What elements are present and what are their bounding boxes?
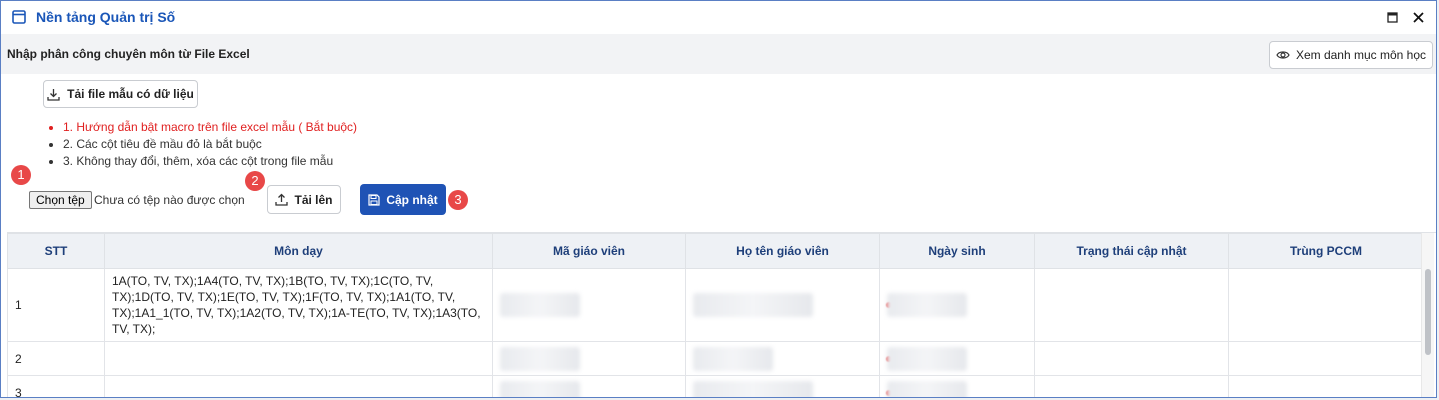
section-header: Nhập phân công chuyên môn từ File Excel …	[1, 34, 1436, 74]
instruction-list: 1. Hướng dẫn bật macro trên file excel m…	[41, 119, 357, 170]
redacted-value	[887, 346, 967, 371]
redacted-value	[500, 346, 580, 371]
update-label: Cập nhật	[386, 192, 438, 207]
assignment-table: STT Môn dạy Mã giáo viên Họ tên giáo viê…	[7, 233, 1424, 397]
upload-button[interactable]: Tải lên	[267, 185, 341, 214]
column-header-update-status[interactable]: Trạng thái cập nhật	[1034, 233, 1229, 269]
assignment-table-container: STT Môn dạy Mã giáo viên Họ tên giáo viê…	[7, 232, 1436, 397]
teacher-name-cell	[685, 341, 880, 376]
birth-date-cell	[879, 268, 1035, 342]
table-row[interactable]: 1 1A(TO, TV, TX);1A4(TO, TV, TX);1B(TO, …	[7, 268, 1424, 342]
step-badge-2: 2	[245, 171, 265, 191]
eye-icon	[1276, 51, 1290, 59]
column-header-subjects[interactable]: Môn dạy	[104, 233, 493, 269]
window-icon	[12, 10, 26, 24]
redacted-value	[500, 380, 580, 397]
update-status-cell	[1034, 268, 1229, 342]
column-header-stt[interactable]: STT	[7, 233, 105, 269]
download-template-label: Tải file mẫu có dữ liệu	[67, 87, 194, 101]
teacher-code-cell	[492, 341, 686, 376]
teacher-name-cell	[685, 268, 880, 342]
birth-date-cell	[879, 375, 1035, 397]
column-header-teacher-code[interactable]: Mã giáo viên	[492, 233, 686, 269]
update-button[interactable]: Cập nhật	[360, 184, 446, 215]
column-header-birth-date[interactable]: Ngày sinh	[879, 233, 1035, 269]
scrollbar-thumb[interactable]	[1425, 269, 1431, 355]
redacted-value	[693, 380, 813, 397]
close-button[interactable]	[1410, 9, 1426, 25]
duplicate-cell	[1228, 375, 1424, 397]
duplicate-cell	[1228, 268, 1424, 342]
view-subjects-label: Xem danh mục môn học	[1295, 48, 1427, 62]
maximize-button[interactable]	[1384, 9, 1400, 25]
teacher-code-cell	[492, 268, 686, 342]
table-row[interactable]: 3	[7, 375, 1424, 397]
section-title: Nhập phân công chuyên môn từ File Excel	[7, 47, 250, 61]
table-scrollbar[interactable]	[1421, 233, 1434, 397]
stt-cell: 2	[7, 341, 105, 376]
close-icon	[1412, 11, 1424, 23]
redacted-value	[500, 293, 580, 317]
teacher-name-cell	[685, 375, 880, 397]
update-status-cell	[1034, 341, 1229, 376]
save-icon	[368, 193, 380, 206]
download-template-button[interactable]: Tải file mẫu có dữ liệu	[43, 80, 198, 108]
column-header-teacher-name[interactable]: Họ tên giáo viên	[685, 233, 880, 269]
table-row[interactable]: 2	[7, 341, 1424, 376]
view-subjects-button[interactable]: Xem danh mục môn học	[1269, 41, 1433, 69]
step-badge-3: 3	[448, 190, 468, 210]
update-status-cell	[1034, 375, 1229, 397]
subjects-cell: 1A(TO, TV, TX);1A4(TO, TV, TX);1B(TO, TV…	[104, 268, 493, 342]
redacted-value	[693, 293, 813, 317]
upload-icon	[275, 193, 289, 206]
download-icon	[47, 88, 60, 101]
column-header-duplicate[interactable]: Trùng PCCM	[1228, 233, 1424, 269]
teacher-code-cell	[492, 375, 686, 397]
instruction-macro-link[interactable]: 1. Hướng dẫn bật macro trên file excel m…	[63, 119, 357, 136]
redacted-value	[693, 346, 773, 371]
instruction-item: 3. Không thay đổi, thêm, xóa các cột tro…	[63, 153, 357, 170]
maximize-icon	[1386, 11, 1398, 23]
subjects-cell	[104, 341, 493, 376]
dialog-window: Nền tảng Quản trị Số Nhập phân công chuy…	[0, 0, 1437, 398]
choose-file-button[interactable]: Chọn tệp	[29, 191, 92, 209]
instruction-item: 2. Các cột tiêu đề mầu đỏ là bắt buộc	[63, 136, 357, 153]
stt-cell: 1	[7, 268, 105, 342]
subjects-cell	[104, 375, 493, 397]
no-file-text: Chưa có tệp nào được chọn	[94, 193, 245, 207]
redacted-value	[887, 380, 967, 397]
table-header-row: STT Môn dạy Mã giáo viên Họ tên giáo viê…	[7, 233, 1424, 269]
step-badge-1: 1	[11, 165, 31, 185]
birth-date-cell	[879, 341, 1035, 376]
title-bar: Nền tảng Quản trị Số	[1, 1, 1436, 35]
upload-label: Tải lên	[294, 192, 333, 207]
redacted-value	[887, 293, 967, 317]
window-title: Nền tảng Quản trị Số	[36, 9, 176, 25]
stt-cell: 3	[7, 375, 105, 397]
duplicate-cell	[1228, 341, 1424, 376]
